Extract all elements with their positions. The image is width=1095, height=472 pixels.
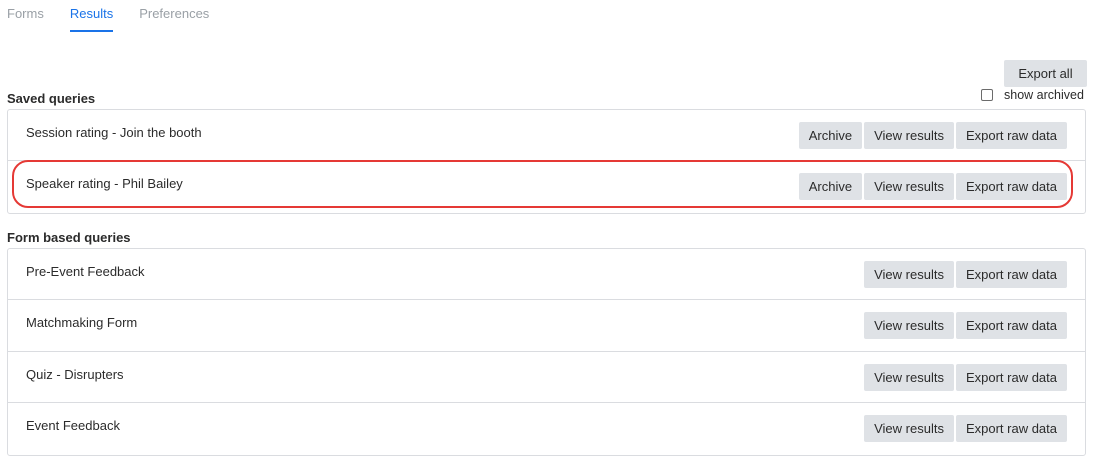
export-raw-data-button[interactable]: Export raw data [955, 364, 1067, 391]
archive-button[interactable]: Archive [798, 122, 863, 149]
view-results-button[interactable]: View results [864, 122, 954, 149]
form-queries-title: Form based queries [7, 230, 131, 245]
export-raw-data-button[interactable]: Export raw data [955, 122, 1067, 149]
form-name: Matchmaking Form [26, 315, 138, 330]
query-name: Speaker rating - Phil Bailey [26, 176, 183, 191]
saved-queries-title: Saved queries [7, 91, 96, 106]
form-queries-list: Pre-Event Feedback View results Export r… [7, 248, 1086, 456]
row-actions: View results Export raw data [862, 364, 1067, 391]
show-archived-checkbox[interactable] [981, 89, 993, 101]
row-actions: View results Export raw data [862, 312, 1067, 339]
results-page: Forms Results Preferences Export all sho… [0, 0, 1095, 472]
row-actions: View results Export raw data [862, 261, 1067, 288]
row-actions: Archive View results Export raw data [797, 122, 1067, 149]
tab-results[interactable]: Results [69, 0, 114, 32]
archive-button[interactable]: Archive [798, 173, 863, 200]
export-raw-data-button[interactable]: Export raw data [955, 415, 1067, 442]
tab-preferences[interactable]: Preferences [139, 0, 209, 30]
show-archived-toggle[interactable]: show archived [981, 88, 1084, 102]
list-item: Quiz - Disrupters View results Export ra… [8, 352, 1085, 403]
list-item: Pre-Event Feedback View results Export r… [8, 249, 1085, 300]
view-results-button[interactable]: View results [864, 364, 954, 391]
form-name: Pre-Event Feedback [26, 264, 145, 279]
show-archived-label: show archived [1004, 88, 1084, 102]
view-results-button[interactable]: View results [864, 173, 954, 200]
view-results-button[interactable]: View results [864, 261, 954, 288]
query-name: Session rating - Join the booth [26, 125, 202, 140]
export-raw-data-button[interactable]: Export raw data [955, 312, 1067, 339]
view-results-button[interactable]: View results [864, 312, 954, 339]
row-actions: Archive View results Export raw data [797, 173, 1067, 200]
list-item: Matchmaking Form View results Export raw… [8, 300, 1085, 352]
form-name: Quiz - Disrupters [26, 367, 124, 382]
tab-forms[interactable]: Forms [7, 0, 44, 30]
view-results-button[interactable]: View results [864, 415, 954, 442]
tab-bar: Forms Results Preferences [7, 0, 235, 32]
row-actions: View results Export raw data [862, 415, 1067, 442]
export-raw-data-button[interactable]: Export raw data [955, 173, 1067, 200]
list-item: Session rating - Join the booth Archive … [8, 110, 1085, 161]
list-item: Event Feedback View results Export raw d… [8, 403, 1085, 455]
list-item: Speaker rating - Phil Bailey Archive Vie… [8, 161, 1085, 213]
saved-queries-list: Session rating - Join the booth Archive … [7, 109, 1086, 214]
export-raw-data-button[interactable]: Export raw data [955, 261, 1067, 288]
form-name: Event Feedback [26, 418, 120, 433]
export-all-button[interactable]: Export all [1004, 60, 1087, 87]
